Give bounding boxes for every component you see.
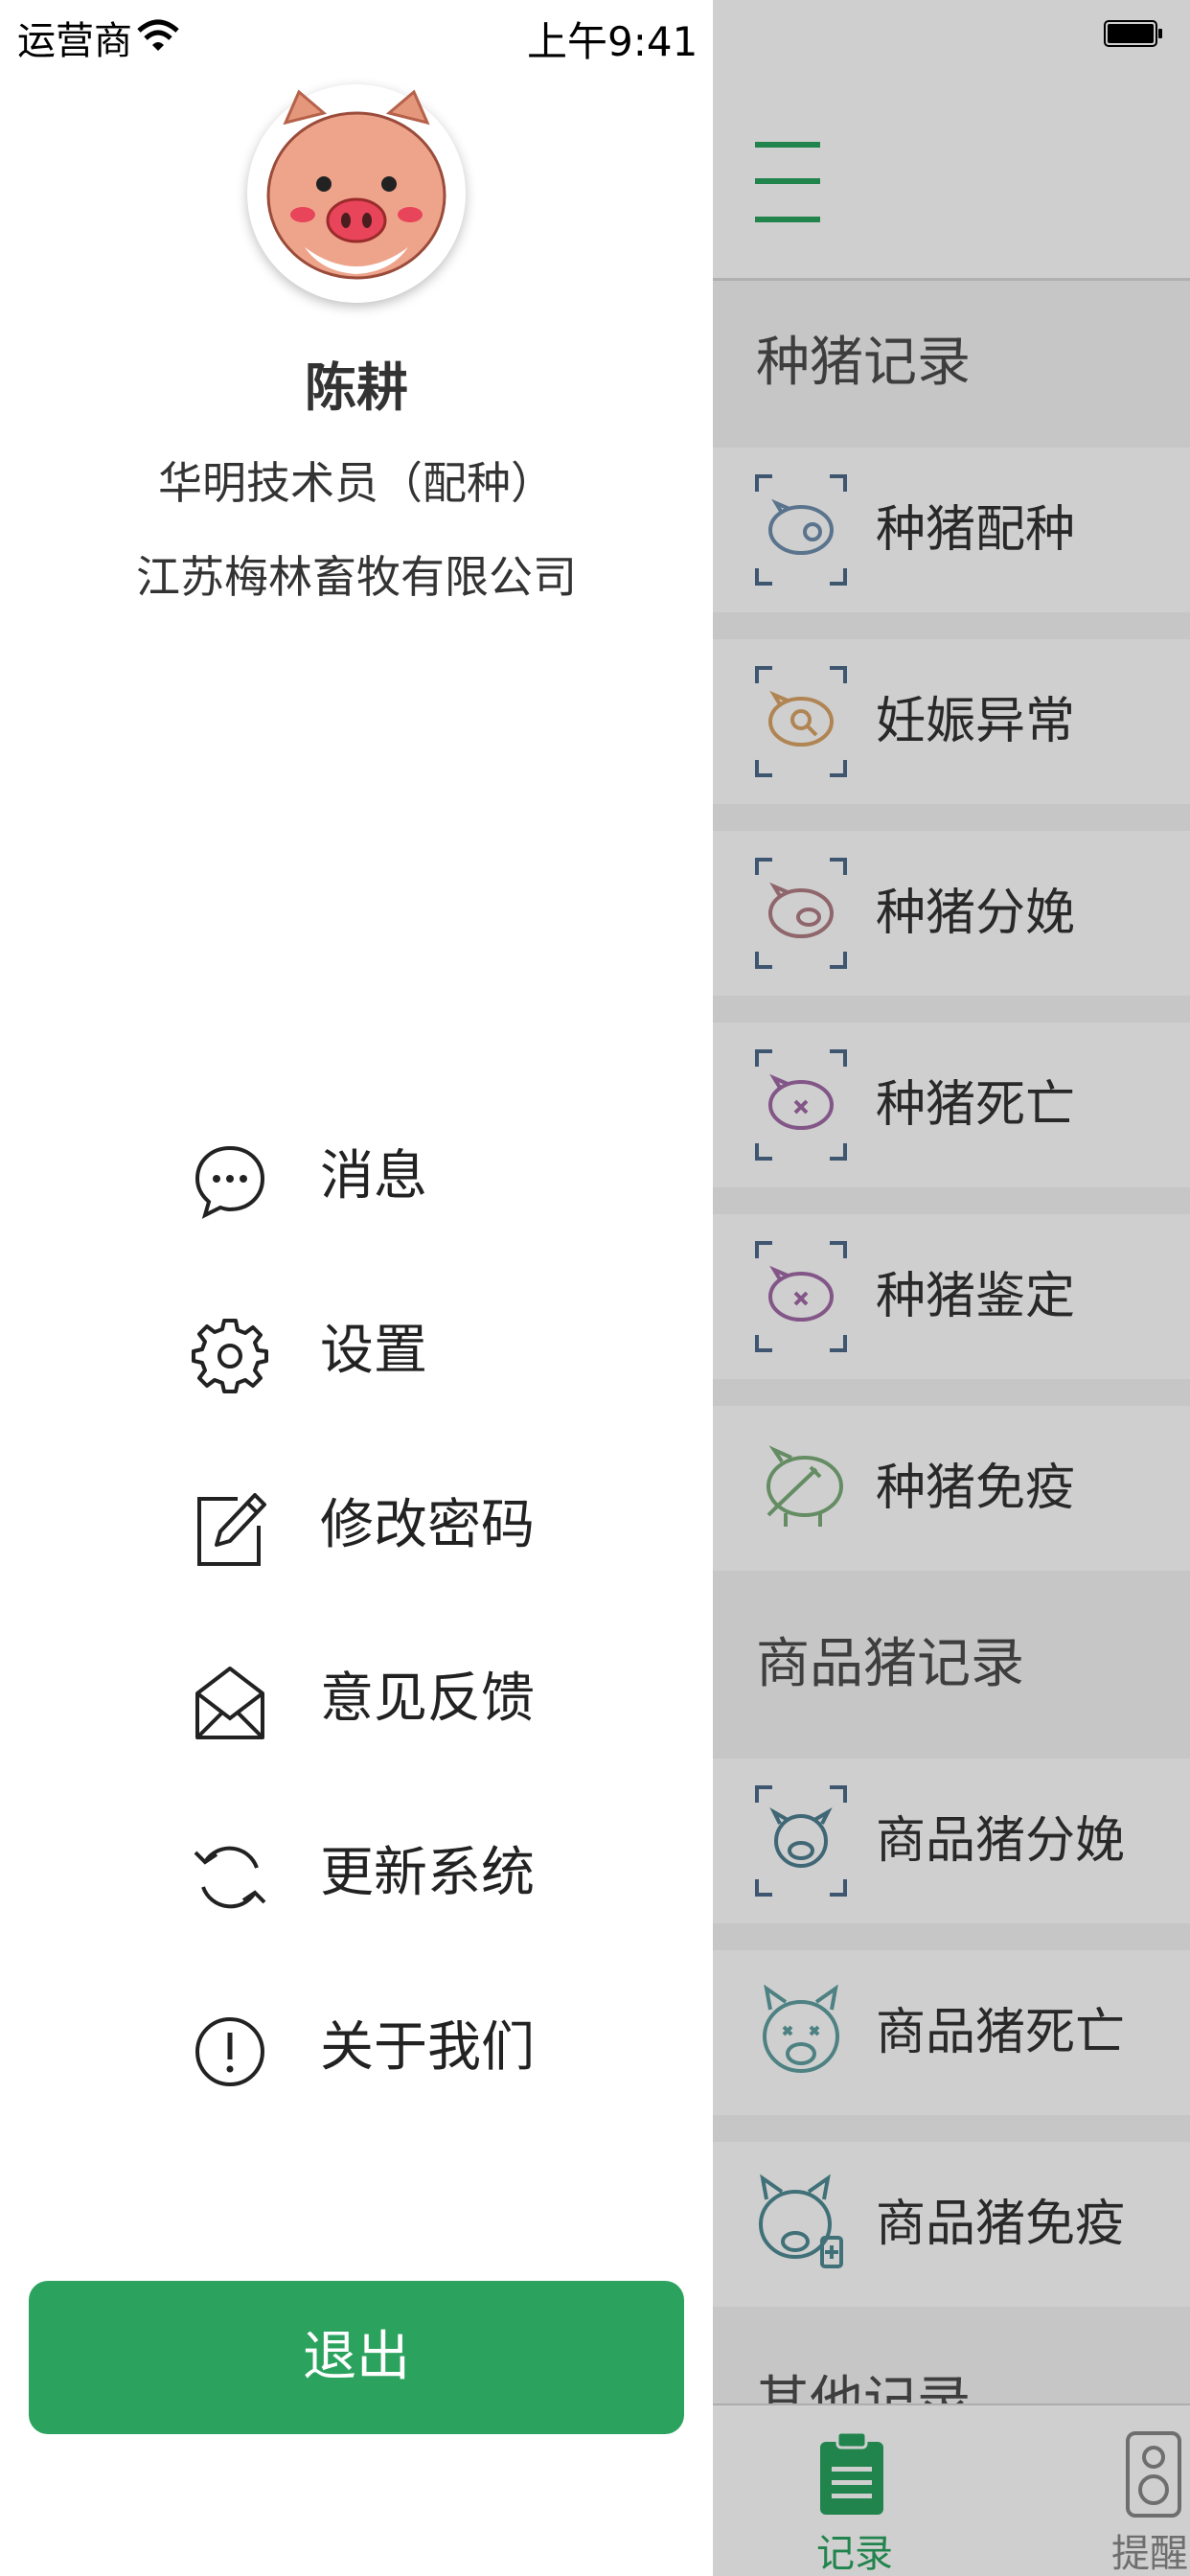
record-item-farrowing[interactable]: 种猪分娩	[713, 831, 1190, 996]
menu-item-label: 关于我们	[320, 2016, 535, 2079]
carrier-label: 运营商	[17, 19, 132, 63]
record-item-appraisal[interactable]: 种猪鉴定	[713, 1214, 1190, 1379]
menu-item-messages[interactable]: 消息	[192, 1119, 652, 1234]
tab-bar: 记录 提醒	[713, 2404, 1190, 2576]
record-item-commercial-farrowing[interactable]: 商品猪分娩	[713, 1759, 1190, 1923]
record-item-breeding[interactable]: 种猪配种	[713, 448, 1190, 612]
section-title: 种猪记录	[756, 332, 971, 394]
commercial-pig-farrowing-icon	[755, 1785, 847, 1897]
record-item-label: 商品猪分娩	[876, 1812, 1126, 1870]
record-item-label: 种猪鉴定	[876, 1268, 1076, 1325]
record-item-label: 商品猪免疫	[876, 2196, 1126, 2253]
message-icon	[195, 1145, 265, 1219]
record-item-death[interactable]: 种猪死亡	[713, 1023, 1190, 1187]
pig-vaccine-icon	[767, 1445, 843, 1527]
pig-appraisal-icon	[755, 1241, 847, 1352]
record-item-commercial-vaccine[interactable]: 商品猪免疫	[713, 2142, 1190, 2307]
pig-avatar-icon	[251, 88, 462, 299]
section-header: 商品猪记录	[713, 1573, 1190, 1757]
wifi-icon	[137, 19, 179, 51]
user-name: 陈耕	[305, 357, 408, 418]
tab-reminders[interactable]: 提醒	[1111, 2421, 1190, 2576]
mail-icon	[195, 1667, 264, 1739]
menu-item-change-password[interactable]: 修改密码	[192, 1468, 652, 1583]
menu-toggle-icon[interactable]	[755, 142, 820, 222]
menu-item-about[interactable]: 关于我们	[192, 1990, 652, 2105]
menu-item-label: 意见反馈	[320, 1668, 535, 1730]
pig-breeding-icon	[755, 474, 847, 586]
record-item-vaccine[interactable]: 种猪免疫	[713, 1406, 1190, 1571]
user-role: 华明技术员（配种）	[158, 457, 555, 509]
refresh-icon	[194, 1846, 266, 1909]
avatar[interactable]	[247, 84, 466, 303]
speaker-icon	[1126, 2431, 1181, 2518]
record-item-label: 妊娠异常	[876, 693, 1076, 750]
record-item-label: 种猪死亡	[876, 1076, 1076, 1134]
record-item-label: 种猪配种	[876, 501, 1076, 559]
status-time: 上午9:41	[527, 18, 698, 65]
menu-item-update[interactable]: 更新系统	[192, 1816, 652, 1931]
record-item-label: 商品猪死亡	[876, 2004, 1126, 2061]
pig-death-icon	[755, 1049, 847, 1161]
main-page: 种猪记录 种猪配种 妊娠异常 种猪分娩 种猪死亡 种猪鉴定 种猪免疫 商品猪记录…	[713, 0, 1190, 2576]
menu-item-label: 修改密码	[320, 1494, 535, 1556]
edit-password-icon	[197, 1493, 266, 1566]
pig-farrowing-icon	[755, 858, 847, 969]
tab-label: 记录	[816, 2532, 893, 2576]
tab-records[interactable]: 记录	[799, 2421, 914, 2576]
menu-item-settings[interactable]: 设置	[192, 1294, 652, 1409]
tab-label: 提醒	[1111, 2532, 1188, 2576]
commercial-pig-death-icon	[763, 1984, 839, 2073]
record-item-label: 种猪免疫	[876, 1460, 1076, 1517]
logout-button[interactable]: 退出	[29, 2281, 684, 2434]
main-header	[713, 0, 1190, 281]
record-item-pregnancy-abnormal[interactable]: 妊娠异常	[713, 639, 1190, 804]
menu-item-feedback[interactable]: 意见反馈	[192, 1642, 652, 1757]
user-company: 江苏梅林畜牧有限公司	[136, 551, 577, 603]
menu-item-label: 更新系统	[320, 1842, 535, 1904]
menu-item-label: 消息	[320, 1145, 427, 1208]
side-drawer: 运营商 上午9:41 陈耕 华明技术员（配种） 江苏梅林畜牧有限公司 消息 设置…	[0, 0, 713, 2576]
menu-item-label: 设置	[320, 1320, 427, 1382]
section-title: 商品猪记录	[756, 1633, 1024, 1695]
clipboard-icon	[820, 2430, 883, 2515]
pregnancy-abnormal-icon	[755, 666, 847, 777]
battery-icon	[1104, 20, 1162, 47]
record-item-label: 种猪分娩	[876, 885, 1076, 942]
record-item-commercial-death[interactable]: 商品猪死亡	[713, 1950, 1190, 2115]
commercial-pig-vaccine-icon	[759, 2174, 843, 2268]
section-header: 种猪记录	[713, 281, 1190, 446]
gear-icon	[192, 1319, 268, 1393]
info-icon	[195, 2017, 264, 2086]
